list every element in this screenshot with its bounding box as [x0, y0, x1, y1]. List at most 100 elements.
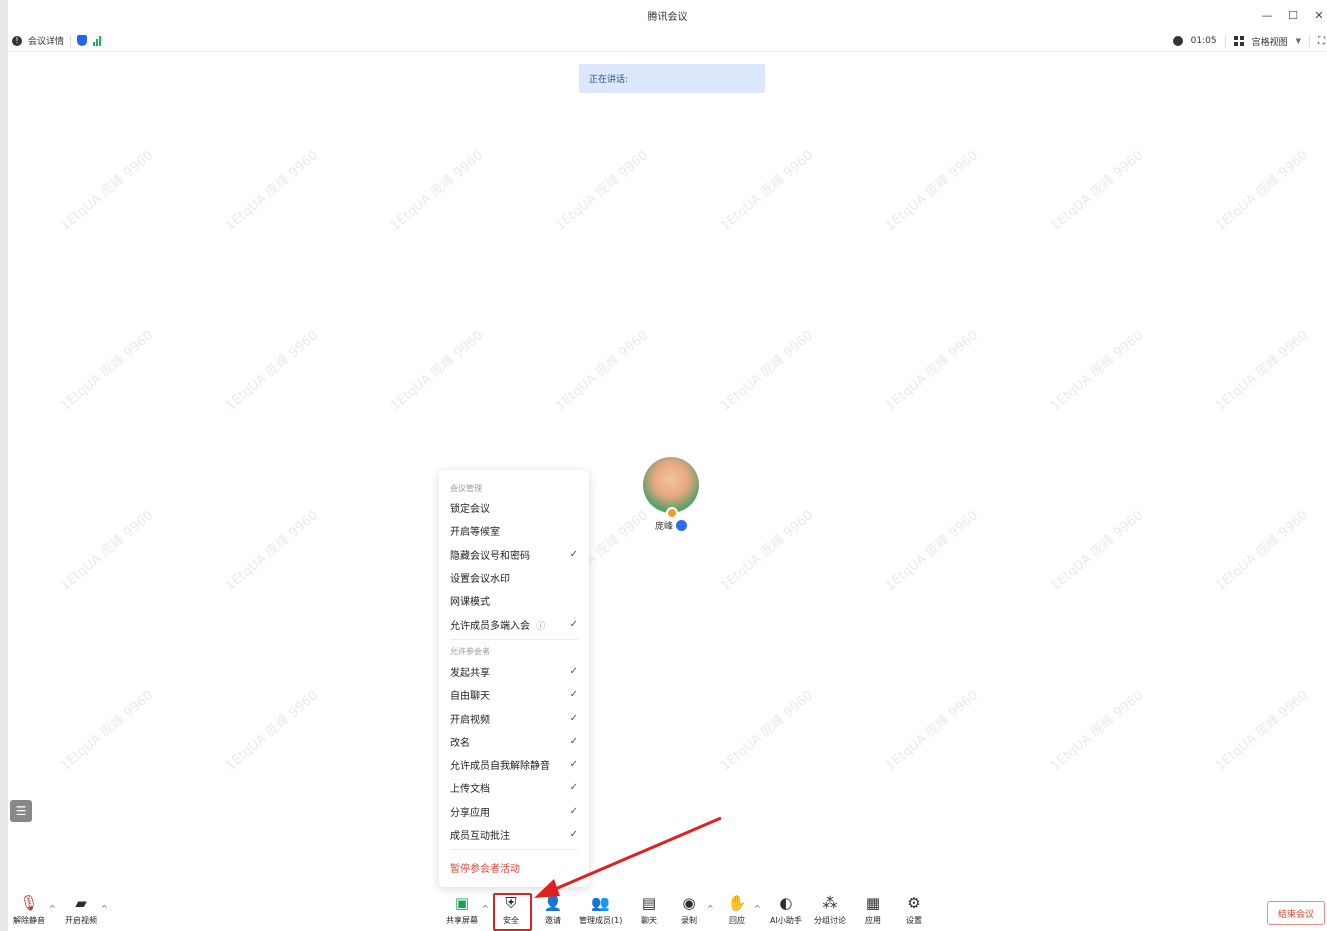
speaking-indicator: 正在讲话:	[579, 64, 765, 93]
chevron-up-icon[interactable]: ^	[707, 904, 714, 913]
watermark: 1EtqUA 庞峰 9960	[57, 508, 157, 594]
host-badge-icon	[666, 507, 678, 519]
divider	[70, 34, 72, 47]
divider	[1224, 35, 1226, 47]
info-icon[interactable]: !	[12, 35, 22, 46]
menu-item-watermark[interactable]: 设置会议水印	[439, 566, 589, 589]
ai-assistant-icon: ◐	[779, 894, 793, 912]
watermark: 1EtqUA 庞峰 9960	[1047, 508, 1147, 594]
unmute-button[interactable]: 🎙 解除静音	[13, 894, 45, 926]
checkmark-icon: ✓	[569, 829, 578, 840]
members-icon: 👥	[591, 894, 611, 912]
record-button[interactable]: ◉ 录制	[680, 894, 698, 926]
breakout-icon: ⁂	[822, 894, 838, 912]
watermark: 1EtqUA 庞峰 9960	[1212, 148, 1312, 234]
invite-label: 邀请	[545, 916, 561, 925]
watermark: 1EtqUA 庞峰 9960	[57, 148, 157, 234]
menu-item-multi-device[interactable]: 允许成员多端入会 ⓘ ✓	[439, 612, 589, 635]
chevron-up-icon[interactable]: ^	[49, 904, 56, 913]
watermark: 1EtqUA 庞峰 9960	[552, 148, 652, 234]
reactions-button[interactable]: ✋ 回应	[727, 894, 747, 926]
menu-item-class-mode[interactable]: 网课模式	[439, 589, 589, 612]
chevron-up-icon[interactable]: ^	[101, 904, 108, 913]
chat-label: 聊天	[641, 916, 657, 925]
menu-item-hide-meeting-id[interactable]: 隐藏会议号和密码 ✓	[439, 543, 589, 566]
watermark: 1EtqUA 庞峰 9960	[717, 328, 817, 414]
fullscreen-icon[interactable]: ⛶	[1318, 36, 1325, 47]
menu-item-allow-unmute[interactable]: 允许成员自我解除静音 ✓	[439, 753, 589, 776]
invite-button[interactable]: 👤 邀请	[543, 894, 563, 926]
security-highlight-box	[493, 893, 532, 931]
chat-button[interactable]: ▤ 聊天	[640, 894, 658, 926]
checkmark-icon: ✓	[569, 735, 578, 747]
speaking-label: 正在讲话:	[589, 75, 629, 85]
menu-item-label: 允许成员多端入会	[450, 620, 530, 632]
watermark: 1EtqUA 庞峰 9960	[882, 688, 982, 774]
ai-assistant-button[interactable]: ◐ AI小助手	[770, 894, 802, 926]
apps-button[interactable]: ▦ 应用	[864, 894, 882, 926]
menu-item-lock-meeting[interactable]: 锁定会议	[439, 496, 589, 519]
end-meeting-button[interactable]: 结束会议	[1267, 901, 1325, 925]
menu-item-label: 开启视频	[450, 714, 490, 726]
checkmark-icon: ✓	[569, 805, 578, 817]
menu-item-allow-video[interactable]: 开启视频 ✓	[439, 706, 589, 729]
network-signal-icon[interactable]	[93, 35, 102, 46]
minimize-icon[interactable]: —	[1261, 9, 1273, 22]
bottom-toolbar: 🎙 解除静音 ^ ▰ 开启视频 ^ ▣ 共享屏幕 ^ ⛨ 安全 👤 邀请 👥 管…	[8, 890, 1327, 931]
breakout-button[interactable]: ⁂ 分组讨论	[814, 894, 846, 926]
checkmark-icon: ✓	[569, 712, 578, 724]
settings-label: 设置	[906, 916, 922, 925]
watermark: 1EtqUA 庞峰 9960	[1047, 328, 1147, 414]
watermark: 1EtqUA 庞峰 9960	[1212, 508, 1312, 594]
watermark: 1EtqUA 庞峰 9960	[222, 508, 322, 594]
chevron-down-icon[interactable]: ▼	[1296, 37, 1301, 45]
menu-item-label: 成员互动批注	[450, 831, 510, 842]
pause-participants-button[interactable]: 暂停参会者活动	[439, 854, 589, 880]
security-shield-icon[interactable]	[77, 35, 88, 46]
mic-muted-icon: 🎙	[19, 894, 39, 912]
menu-item-waiting-room[interactable]: 开启等候室	[439, 519, 589, 542]
ai-assistant-label: AI小助手	[770, 916, 802, 925]
menu-item-allow-share[interactable]: 发起共享 ✓	[439, 660, 589, 683]
reaction-hand-icon: ✋	[727, 894, 747, 912]
settings-button[interactable]: ⚙ 设置	[905, 894, 923, 926]
watermark: 1EtqUA 庞峰 9960	[717, 148, 817, 234]
add-user-icon: 👤	[543, 894, 563, 912]
manage-members-label: 管理成员(1)	[579, 916, 623, 925]
menu-item-allow-apps[interactable]: 分享应用 ✓	[439, 800, 589, 823]
manage-members-button[interactable]: 👥 管理成员(1)	[579, 894, 622, 926]
list-toggle-icon[interactable]: ☰	[10, 800, 32, 822]
participant-name: 庞峰	[654, 522, 673, 532]
chevron-up-icon[interactable]: ^	[754, 904, 761, 913]
maximize-icon[interactable]: ☐	[1287, 9, 1299, 22]
menu-item-label: 允许成员自我解除静音	[450, 761, 550, 773]
share-screen-button[interactable]: ▣ 共享屏幕	[446, 894, 478, 926]
apps-label: 应用	[865, 916, 881, 925]
participant-tile[interactable]: 庞峰	[642, 457, 700, 533]
watermark: 1EtqUA 庞峰 9960	[1047, 688, 1147, 774]
breakout-label: 分组讨论	[814, 916, 846, 925]
menu-item-label: 自由聊天	[450, 691, 490, 703]
reactions-label: 回应	[729, 916, 745, 925]
checkmark-icon: ✓	[569, 759, 578, 771]
meeting-details-link[interactable]: 会议详情	[28, 34, 64, 47]
window-controls: — ☐ ✕	[1261, 0, 1327, 30]
menu-item-allow-rename[interactable]: 改名 ✓	[439, 730, 589, 753]
watermark: 1EtqUA 庞峰 9960	[222, 328, 322, 414]
chat-icon: ▤	[641, 894, 657, 912]
menu-item-label: 发起共享	[450, 667, 490, 679]
window-title: 腾讯会议	[647, 11, 688, 23]
info-circle-icon[interactable]: ⓘ	[536, 622, 545, 632]
menu-item-allow-upload[interactable]: 上传文档 ✓	[439, 776, 589, 799]
watermark: 1EtqUA 庞峰 9960	[222, 148, 322, 234]
menu-item-label: 开启等候室	[450, 527, 500, 539]
watermark: 1EtqUA 庞峰 9960	[57, 688, 157, 774]
grid-view-icon	[1233, 36, 1244, 46]
title-bar: 腾讯会议 — ☐ ✕	[8, 0, 1327, 30]
chevron-up-icon[interactable]: ^	[482, 904, 489, 913]
menu-item-allow-annotate[interactable]: 成员互动批注 ✓	[439, 823, 589, 846]
view-mode-select[interactable]: 宫格视图	[1252, 35, 1288, 48]
start-video-button[interactable]: ▰ 开启视频	[65, 894, 97, 926]
close-icon[interactable]: ✕	[1313, 9, 1325, 22]
menu-item-allow-chat[interactable]: 自由聊天 ✓	[439, 683, 589, 706]
